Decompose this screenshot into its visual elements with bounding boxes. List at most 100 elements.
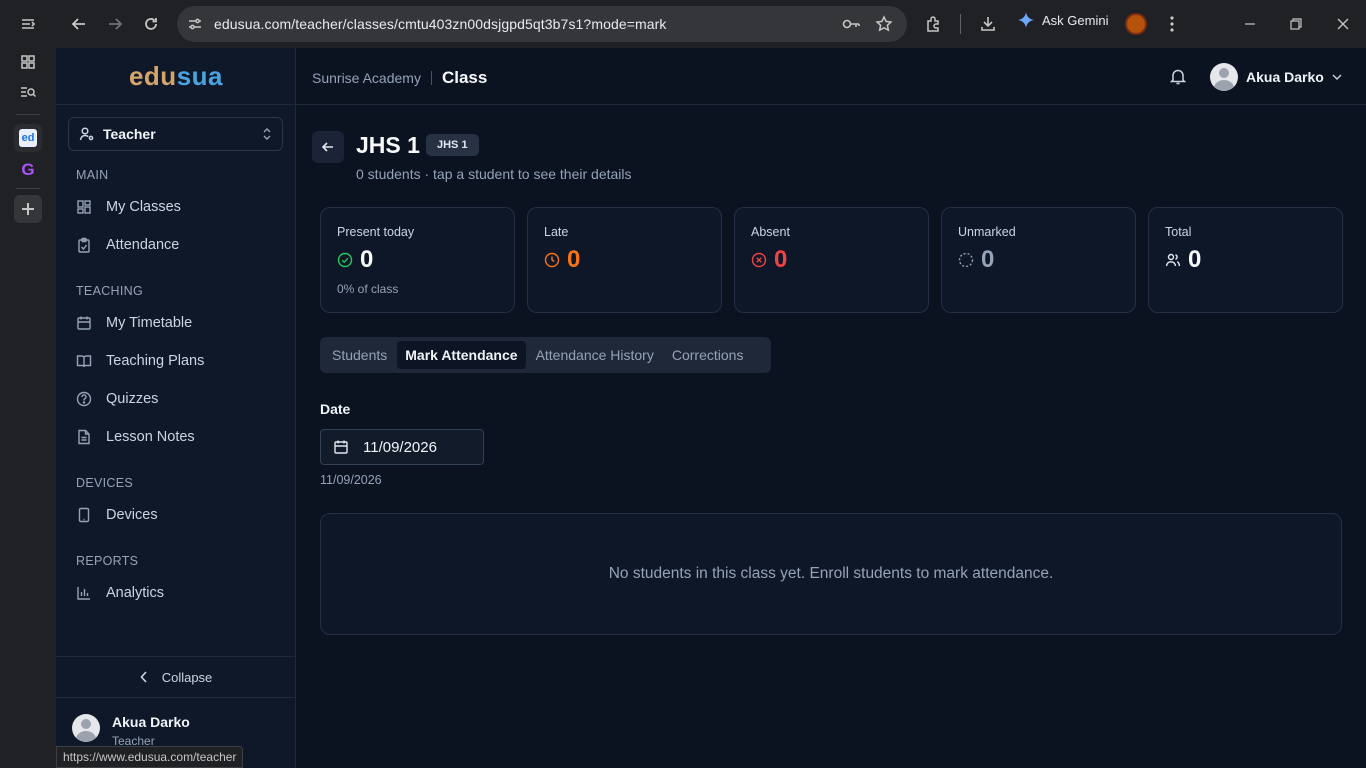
ask-gemini-button[interactable]: Ask Gemini bbox=[1018, 12, 1108, 28]
calendar-icon bbox=[77, 316, 91, 330]
forward-arrow-icon[interactable] bbox=[103, 12, 127, 36]
stat-label: Present today bbox=[337, 225, 415, 239]
stat-label: Unmarked bbox=[958, 225, 1016, 239]
section-main: MAIN bbox=[76, 168, 109, 182]
sidebar-item-my-classes[interactable]: My Classes bbox=[76, 196, 181, 218]
sidebar-item-lesson-notes[interactable]: Lesson Notes bbox=[76, 426, 195, 448]
sidebar-item-quizzes[interactable]: Quizzes bbox=[76, 388, 158, 410]
main-content: JHS 1 JHS 1 0 students · tap a student t… bbox=[296, 105, 1366, 768]
browser-menu-icon[interactable] bbox=[1160, 12, 1184, 36]
url-text[interactable]: edusua.com/teacher/classes/cmtu403zn00ds… bbox=[214, 16, 667, 32]
help-circle-icon bbox=[76, 391, 92, 407]
restore-icon[interactable] bbox=[1284, 12, 1308, 36]
sidebar-item-label: Quizzes bbox=[106, 391, 159, 407]
tab-students[interactable]: Students bbox=[324, 341, 395, 369]
date-value: 11/09/2026 bbox=[363, 438, 437, 456]
tab-attendance-history[interactable]: Attendance History bbox=[528, 341, 662, 369]
ask-gemini-label: Ask Gemini bbox=[1042, 12, 1109, 28]
grammarly-tab-favicon[interactable]: G bbox=[14, 156, 42, 184]
class-level-badge: JHS 1 bbox=[426, 134, 479, 156]
chevrons-up-down-icon bbox=[263, 128, 271, 140]
user-menu[interactable]: Akua Darko bbox=[1210, 63, 1342, 91]
back-button[interactable] bbox=[312, 131, 344, 163]
sidebar-item-label: Devices bbox=[106, 507, 158, 523]
tab-mark-attendance[interactable]: Mark Attendance bbox=[397, 341, 526, 369]
sidebar-item-label: Attendance bbox=[106, 237, 180, 253]
sidebar-item-analytics[interactable]: Analytics bbox=[76, 582, 164, 604]
back-arrow-icon[interactable] bbox=[67, 12, 91, 36]
class-title: JHS 1 bbox=[356, 132, 420, 158]
stat-label: Total bbox=[1165, 225, 1192, 239]
sidebar-profile[interactable]: Akua Darko Teacher bbox=[72, 714, 190, 748]
browser-side-rail: ed G bbox=[0, 0, 56, 768]
dashed-circle-icon bbox=[958, 252, 974, 268]
stat-present-card: Present today 0 0% of class bbox=[320, 207, 515, 313]
section-devices: DEVICES bbox=[76, 476, 133, 490]
search-tabs-icon[interactable] bbox=[14, 78, 42, 106]
user-menu-name: Akua Darko bbox=[1246, 69, 1324, 85]
section-reports: REPORTS bbox=[76, 554, 139, 568]
stat-value: 0 bbox=[981, 246, 995, 273]
address-bar[interactable]: edusua.com/teacher/classes/cmtu403zn00ds… bbox=[177, 6, 907, 42]
stat-value: 0 bbox=[567, 246, 581, 273]
date-picker-input[interactable]: 11/09/2026 bbox=[320, 429, 484, 465]
users-icon bbox=[1165, 253, 1181, 267]
x-circle-icon bbox=[751, 252, 767, 268]
notification-bell-icon[interactable] bbox=[1170, 68, 1186, 85]
sidebar-item-teaching-plans[interactable]: Teaching Plans bbox=[76, 350, 204, 372]
collapse-label: Collapse bbox=[161, 669, 213, 685]
app-root: edu sua Teacher MAIN My Classes Attendanc… bbox=[56, 48, 1366, 768]
extensions-icon[interactable] bbox=[922, 12, 946, 36]
edusua-logo[interactable]: edu sua bbox=[56, 48, 296, 105]
arrow-left-icon bbox=[321, 142, 333, 152]
stat-value: 0 bbox=[774, 246, 788, 273]
stat-label: Late bbox=[544, 225, 569, 239]
logo-part-edu: edu bbox=[128, 60, 177, 91]
role-selector[interactable]: Teacher bbox=[68, 117, 283, 151]
user-cog-icon bbox=[79, 127, 94, 141]
logo-part-sua: sua bbox=[176, 60, 224, 91]
sidebar-item-devices[interactable]: Devices bbox=[76, 504, 158, 526]
browser-toolbar: edusua.com/teacher/classes/cmtu403zn00ds… bbox=[56, 0, 1366, 48]
selected-date-text: 11/09/2026 bbox=[320, 473, 382, 487]
edusua-tab-favicon[interactable]: ed bbox=[14, 124, 42, 152]
tab-list-icon[interactable] bbox=[14, 10, 42, 38]
tab-corrections[interactable]: Corrections bbox=[664, 341, 752, 369]
gemini-spark-icon bbox=[1018, 12, 1034, 28]
tablet-icon bbox=[78, 507, 90, 523]
layout-grid-icon bbox=[77, 200, 91, 214]
download-icon[interactable] bbox=[976, 12, 1000, 36]
breadcrumb-school[interactable]: Sunrise Academy bbox=[312, 70, 421, 86]
book-open-icon bbox=[76, 355, 92, 368]
class-tabs: Students Mark Attendance Attendance Hist… bbox=[320, 337, 771, 373]
site-info-icon[interactable] bbox=[187, 16, 203, 32]
role-selector-label: Teacher bbox=[103, 126, 156, 142]
class-subtitle: 0 students · tap a student to see their … bbox=[356, 166, 632, 182]
empty-state-panel: No students in this class yet. Enroll st… bbox=[320, 513, 1342, 635]
sidebar-item-label: My Classes bbox=[106, 199, 181, 215]
app-header: Sunrise Academy Class Akua Darko bbox=[296, 48, 1366, 105]
link-status-bar: https://www.edusua.com/teacher bbox=[56, 746, 244, 768]
minimize-icon[interactable] bbox=[1238, 12, 1262, 36]
clock-icon bbox=[544, 252, 560, 268]
stat-unmarked-card: Unmarked 0 bbox=[941, 207, 1136, 313]
sidebar-item-label: Lesson Notes bbox=[106, 429, 195, 445]
clipboard-check-icon bbox=[78, 237, 90, 253]
collapse-sidebar-button[interactable]: Collapse bbox=[56, 656, 296, 698]
bookmark-star-icon[interactable] bbox=[875, 15, 893, 33]
stat-sub: 0% of class bbox=[337, 282, 399, 296]
profile-avatar-icon[interactable] bbox=[1124, 12, 1148, 36]
stat-absent-card: Absent 0 bbox=[734, 207, 929, 313]
breadcrumb: Sunrise Academy Class bbox=[312, 68, 487, 88]
reload-icon[interactable] bbox=[139, 12, 163, 36]
tab-groups-icon[interactable] bbox=[14, 48, 42, 76]
stat-total-card: Total 0 bbox=[1148, 207, 1343, 313]
sidebar: edu sua Teacher MAIN My Classes Attendanc… bbox=[56, 48, 296, 768]
profile-name: Akua Darko bbox=[112, 714, 190, 730]
close-window-icon[interactable] bbox=[1331, 12, 1355, 36]
new-tab-plus-icon[interactable] bbox=[14, 195, 42, 223]
sidebar-item-my-timetable[interactable]: My Timetable bbox=[76, 312, 192, 334]
stat-label: Absent bbox=[751, 225, 790, 239]
sidebar-item-attendance[interactable]: Attendance bbox=[76, 234, 179, 256]
password-key-icon[interactable] bbox=[841, 16, 861, 32]
